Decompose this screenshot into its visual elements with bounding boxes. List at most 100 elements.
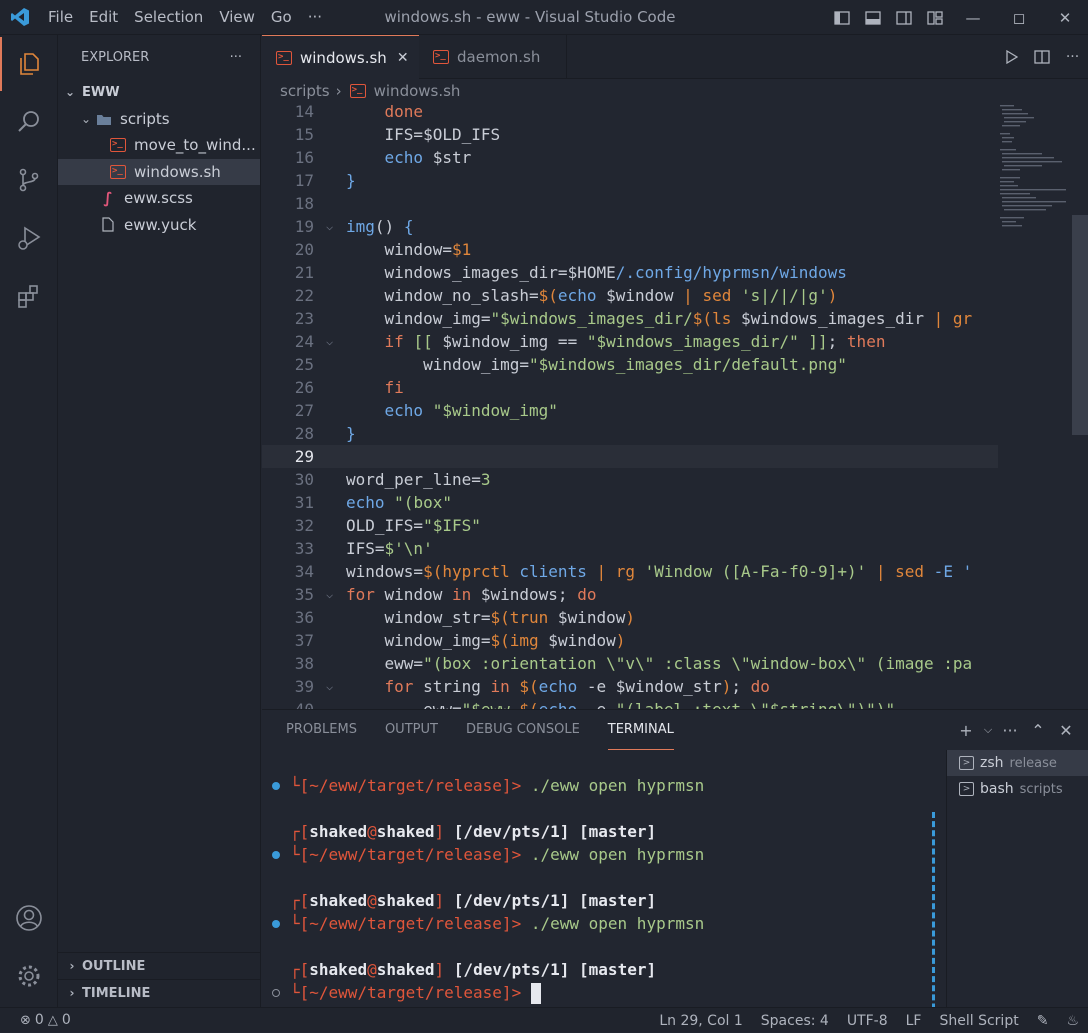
toggle-secondary-sidebar-icon[interactable]: [888, 0, 919, 35]
menu-go[interactable]: Go: [263, 0, 300, 35]
terminal-session-bash[interactable]: > bash scripts: [947, 776, 1088, 802]
tree-item-eww-scss[interactable]: ∫ eww.scss: [58, 185, 260, 212]
code-line[interactable]: 16 echo $str: [262, 146, 998, 169]
source-control-icon[interactable]: [0, 153, 58, 207]
code-line[interactable]: 38 eww="(box :orientation \"v\" :class \…: [262, 652, 998, 675]
code-text: echo "(box": [346, 493, 452, 512]
tree-item-move-to-windows[interactable]: >_ move_to_wind...: [58, 132, 260, 159]
tree-root-eww[interactable]: ⌄ EWW: [58, 79, 260, 106]
editor-more-icon[interactable]: ···: [1057, 49, 1088, 65]
code-line[interactable]: 23 window_img="$windows_images_dir/$(ls …: [262, 307, 998, 330]
code-line[interactable]: 24 ⌵ if [[ $window_img == "$windows_image…: [262, 330, 998, 353]
search-icon[interactable]: [0, 95, 58, 149]
code-line[interactable]: 35 ⌵ for window in $windows; do: [262, 583, 998, 606]
toggle-sidebar-icon[interactable]: [826, 0, 857, 35]
close-icon[interactable]: ✕: [397, 50, 409, 66]
code-line[interactable]: 32 OLD_IFS="$IFS": [262, 514, 998, 537]
tab-terminal[interactable]: TERMINAL: [607, 710, 674, 750]
fold-chevron-icon[interactable]: ⌵: [326, 675, 333, 698]
terminal-output[interactable]: └[~/eww/target/release]> ./eww open hypr…: [262, 750, 946, 1008]
minimize-icon[interactable]: —: [950, 0, 996, 35]
encoding[interactable]: UTF-8: [838, 1013, 897, 1029]
problems-status[interactable]: ⊗ 0 △ 0: [0, 1012, 71, 1028]
customize-layout-icon[interactable]: [919, 0, 950, 35]
code-line[interactable]: 37 window_img=$(img $window): [262, 629, 998, 652]
tree-folder-scripts[interactable]: ⌄ scripts: [58, 106, 260, 133]
tab-output[interactable]: OUTPUT: [385, 710, 438, 750]
menu-selection[interactable]: Selection: [126, 0, 211, 35]
terminal-scrollbar[interactable]: [932, 812, 935, 1008]
language-mode[interactable]: Shell Script: [930, 1013, 1027, 1029]
code-line[interactable]: 21 windows_images_dir=$HOME/.config/hypr…: [262, 261, 998, 284]
code-line[interactable]: 31 echo "(box": [262, 491, 998, 514]
menu-view[interactable]: View: [211, 0, 263, 35]
code-line[interactable]: 39 ⌵ for string in $(echo -e $window_str)…: [262, 675, 998, 698]
notifications-bell-icon[interactable]: ♨: [1057, 1013, 1088, 1029]
code-line[interactable]: 17}: [262, 169, 998, 192]
code-line[interactable]: 20 window=$1: [262, 238, 998, 261]
explorer-icon[interactable]: [0, 37, 58, 91]
terminal-dropdown-icon[interactable]: ⌵: [980, 723, 996, 737]
tree-item-eww-yuck[interactable]: eww.yuck: [58, 212, 260, 239]
code-line[interactable]: 34 windows=$(hyprctl clients | rg 'Window…: [262, 560, 998, 583]
command-decoration-icon[interactable]: [272, 851, 280, 859]
minimap[interactable]: [998, 103, 1072, 709]
code-text: }: [346, 171, 356, 190]
code-line[interactable]: 26 fi: [262, 376, 998, 399]
timeline-section[interactable]: › TIMELINE: [58, 979, 261, 1006]
tab-problems[interactable]: PROBLEMS: [286, 710, 357, 750]
tab-daemon-sh[interactable]: >_ daemon.sh: [419, 35, 567, 79]
code-line[interactable]: 25 window_img="$windows_images_dir/defau…: [262, 353, 998, 376]
indentation[interactable]: Spaces: 4: [752, 1013, 838, 1029]
code-line[interactable]: 40 eww="$eww $(echo -e "(label :text \"$…: [262, 698, 998, 709]
fold-chevron-icon[interactable]: ⌵: [326, 330, 333, 353]
outline-section[interactable]: › OUTLINE: [58, 952, 261, 979]
code-line[interactable]: 14 done: [262, 103, 998, 123]
code-line[interactable]: 33 IFS=$'\n': [262, 537, 998, 560]
code-line[interactable]: 19 ⌵ img() {: [262, 215, 998, 238]
extensions-icon[interactable]: [0, 269, 58, 323]
cursor-position[interactable]: Ln 29, Col 1: [650, 1013, 751, 1029]
code-line[interactable]: 30 word_per_line=3: [262, 468, 998, 491]
maximize-icon[interactable]: ◻: [996, 0, 1042, 35]
code-line[interactable]: 22 window_no_slash=$(echo $window | sed …: [262, 284, 998, 307]
fold-chevron-icon[interactable]: ⌵: [326, 215, 333, 238]
explorer-more-icon[interactable]: ···: [230, 50, 242, 65]
code-line[interactable]: 29: [262, 445, 998, 468]
command-decoration-icon[interactable]: [272, 782, 280, 790]
run-debug-icon[interactable]: [0, 211, 58, 265]
feedback-icon[interactable]: ✎: [1028, 1013, 1058, 1029]
tab-windows-sh[interactable]: >_ windows.sh ✕: [262, 35, 419, 79]
menu-file[interactable]: File: [40, 0, 81, 35]
code-line[interactable]: 15 IFS=$OLD_IFS: [262, 123, 998, 146]
line-number: 19: [294, 217, 314, 236]
close-window-icon[interactable]: ✕: [1042, 0, 1088, 35]
settings-gear-icon[interactable]: [0, 949, 58, 1003]
new-terminal-icon[interactable]: +: [952, 721, 980, 740]
code-line[interactable]: 36 window_str=$(trun $window): [262, 606, 998, 629]
command-decoration-icon[interactable]: [272, 920, 280, 928]
breadcrumb-file[interactable]: windows.sh: [374, 82, 461, 100]
menu-edit[interactable]: Edit: [81, 0, 126, 35]
code-editor[interactable]: 14 done 15 IFS=$OLD_IFS 16 echo $str 17} 18 1…: [262, 103, 1088, 709]
fold-chevron-icon[interactable]: ⌵: [326, 583, 333, 606]
close-panel-icon[interactable]: ✕: [1052, 721, 1080, 740]
tab-debug-console[interactable]: DEBUG CONSOLE: [466, 710, 580, 750]
code-line[interactable]: 18: [262, 192, 998, 215]
account-icon[interactable]: [0, 891, 58, 945]
run-file-icon[interactable]: [995, 50, 1026, 64]
split-editor-icon[interactable]: [1026, 49, 1057, 65]
maximize-panel-icon[interactable]: ⌃: [1024, 721, 1052, 740]
toggle-panel-icon[interactable]: [857, 0, 888, 35]
code-line[interactable]: 27 echo "$window_img": [262, 399, 998, 422]
breadcrumb-folder[interactable]: scripts: [280, 82, 330, 100]
shell-file-icon: >_: [274, 50, 294, 66]
end-of-line[interactable]: LF: [897, 1013, 931, 1029]
panel-more-icon[interactable]: ···: [996, 721, 1024, 740]
command-decoration-icon[interactable]: [272, 989, 280, 997]
editor-scrollbar[interactable]: [1072, 215, 1088, 435]
menu-more[interactable]: ···: [300, 0, 330, 35]
tree-item-windows-sh[interactable]: >_ windows.sh: [58, 158, 260, 185]
code-line[interactable]: 28}: [262, 422, 998, 445]
terminal-session-zsh[interactable]: > zsh release: [947, 750, 1088, 776]
